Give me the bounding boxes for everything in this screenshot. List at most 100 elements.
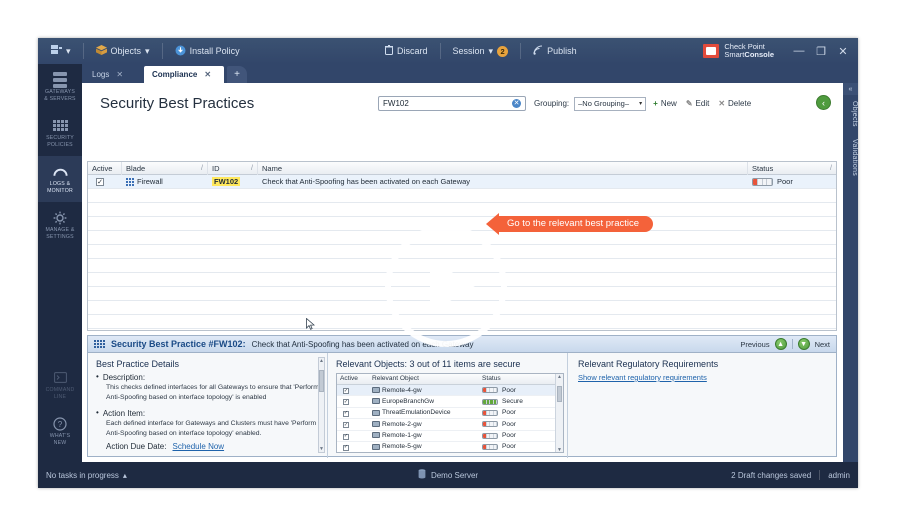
show-regulatory-requirements-link[interactable]: Show relevant regulatory requirements — [578, 373, 828, 382]
dock-collapse-icon[interactable]: « — [843, 83, 858, 95]
column-header-active[interactable]: Active — [88, 161, 122, 175]
row-blade-label: Firewall — [137, 176, 163, 186]
column-header-blade-sort-icon: / — [201, 164, 203, 172]
sidebar-item-gateways-servers[interactable]: GATEWAYS & SERVERS — [38, 64, 82, 110]
next-button[interactable]: ▼ — [797, 338, 810, 350]
tab-logs[interactable]: Logs ✕ — [84, 66, 142, 83]
list-item[interactable]: ✓ Remote-2-gw Poor — [337, 419, 563, 431]
session-status: 2 Draft changes saved admin — [731, 462, 850, 488]
search-value: FW102 — [383, 99, 409, 108]
action-due-date-row: Action Due Date: Schedule Now — [106, 442, 321, 451]
close-button[interactable]: ✕ — [832, 38, 854, 64]
gateway-icon — [372, 409, 380, 416]
install-policy-button[interactable]: Install Policy — [168, 42, 247, 61]
grid-empty-row — [88, 203, 836, 217]
publish-button[interactable]: Publish — [526, 42, 584, 60]
scroll-down-icon[interactable]: ▼ — [319, 446, 324, 452]
scroll-up-icon[interactable]: ▲ — [557, 374, 562, 381]
column-header-blade[interactable]: Blade / — [122, 161, 208, 175]
schedule-now-link[interactable]: Schedule Now — [172, 442, 224, 451]
scroll-thumb[interactable] — [319, 370, 324, 392]
obj-active-checkbox[interactable]: ✓ — [343, 433, 349, 440]
sidebar-item-security-policies[interactable]: SECURITY POLICIES — [38, 110, 82, 156]
obj-active-checkbox[interactable]: ✓ — [343, 388, 349, 394]
search-input[interactable]: FW102 ✕ — [378, 96, 526, 111]
toolbar-separator-4 — [520, 43, 522, 59]
checkpoint-logo-icon — [703, 44, 720, 58]
search-clear-icon[interactable]: ✕ — [512, 99, 521, 108]
play-button[interactable] — [385, 225, 507, 347]
column-header-blade-label: Blade — [126, 163, 146, 173]
obj-active-checkbox[interactable]: ✓ — [343, 422, 349, 429]
objects-button[interactable]: Objects ▾ — [89, 42, 157, 60]
status-divider — [819, 470, 821, 480]
obj-name: EuropeBranchGw — [382, 397, 435, 405]
gateway-icon — [372, 386, 380, 393]
details-scrollbar[interactable]: ▲ ▼ — [318, 357, 325, 453]
obj-active-checkbox[interactable]: ✓ — [343, 444, 349, 451]
terminal-icon — [53, 370, 68, 385]
relevant-objects-scrollbar[interactable]: ▲ ▼ — [555, 374, 563, 452]
delete-button[interactable]: ✕ Delete — [716, 99, 753, 108]
list-item[interactable]: ✓ Remote-1-gw Poor — [337, 431, 563, 442]
edit-button[interactable]: ✎ Edit — [684, 99, 712, 108]
svg-text:?: ? — [58, 420, 63, 429]
install-policy-label: Install Policy — [189, 46, 240, 56]
publish-label: Publish — [547, 46, 577, 56]
discard-button[interactable]: Discard — [378, 42, 435, 60]
scroll-up-icon[interactable]: ▲ — [319, 358, 324, 364]
app-menu-button[interactable]: ▾ — [44, 42, 78, 60]
status-bar: No tasks in progress ▴ Demo Server 2 Dra… — [38, 462, 858, 488]
collapse-panel-button[interactable]: ‹ — [816, 95, 831, 110]
obj-status: Poor — [502, 443, 516, 451]
chevron-down-icon: ▾ — [639, 101, 643, 107]
bullet-icon: • — [96, 407, 99, 417]
tab-compliance[interactable]: Compliance ✕ — [144, 66, 224, 83]
grid-empty-row — [88, 189, 836, 203]
brand-text: Check Point SmartConsole — [724, 43, 774, 59]
row-id-cell: FW102 — [208, 175, 258, 189]
obj-name: Remote-2-gw — [382, 420, 422, 428]
sidebar-item-logs-monitor[interactable]: LOGS & MONITOR — [38, 156, 82, 202]
sidebar-item-whats-new[interactable]: ? WHAT'S NEW — [38, 408, 82, 454]
column-header-status[interactable]: Status / — [748, 162, 836, 175]
grid-icon — [52, 118, 68, 133]
toolbar-separator-3 — [439, 43, 441, 59]
tab-logs-close-icon[interactable]: ✕ — [116, 70, 123, 79]
tab-compliance-close-icon[interactable]: ✕ — [204, 70, 211, 79]
row-active-cell[interactable]: ✓ — [88, 175, 122, 189]
previous-label: Previous — [740, 339, 770, 349]
obj-name: Remote-5-gw — [382, 443, 422, 451]
dock-tab-objects[interactable]: Objects — [843, 95, 858, 133]
callout-text: Go to the relevant best practice — [499, 216, 654, 232]
sidebar-item-command-line[interactable]: COMMAND LINE — [38, 362, 82, 408]
session-button[interactable]: Session ▾ 2 — [446, 43, 516, 60]
new-button[interactable]: + New — [651, 99, 679, 108]
dock-tab-validations[interactable]: Validations — [843, 133, 858, 182]
row-active-checkbox[interactable]: ✓ — [96, 178, 104, 186]
list-item[interactable]: ✓ EuropeBranchGw Secure — [337, 396, 563, 408]
column-header-id[interactable]: ID / — [208, 161, 258, 175]
scroll-thumb[interactable] — [557, 386, 562, 402]
previous-button[interactable]: ▲ — [774, 338, 787, 350]
session-badge: 2 — [497, 45, 509, 57]
list-item[interactable]: ✓ Remote-5-gw Poor — [337, 442, 563, 452]
obj-active-checkbox[interactable]: ✓ — [343, 399, 349, 406]
list-item[interactable]: ✓ ThreatEmulationDevice Poor — [337, 408, 563, 420]
new-tab-button[interactable]: + — [227, 66, 247, 83]
sidebar-item-policies-label-1: SECURITY — [46, 135, 74, 141]
sidebar-item-manage-settings[interactable]: MANAGE & SETTINGS — [38, 202, 82, 248]
restore-button[interactable]: ❐ — [810, 38, 832, 64]
action-item-text: Each defined interface for Gateways and … — [106, 419, 317, 437]
obj-active-checkbox[interactable]: ✓ — [343, 410, 349, 417]
table-row[interactable]: ✓ Firewall FW102 Check that Anti-Spoofin… — [88, 175, 836, 189]
row-status-cell: Poor — [748, 175, 836, 189]
column-header-name[interactable]: Name — [258, 161, 748, 175]
grouping-select[interactable]: –No Grouping– ▾ — [574, 96, 647, 111]
server-icon — [418, 469, 426, 481]
session-caret-icon: ▾ — [488, 45, 494, 56]
obj-status: Secure — [502, 397, 523, 405]
list-item[interactable]: ✓ Remote-4-gw Poor — [337, 385, 563, 397]
minimize-button[interactable]: — — [788, 38, 810, 64]
column-header-active-label: Active — [92, 163, 113, 173]
